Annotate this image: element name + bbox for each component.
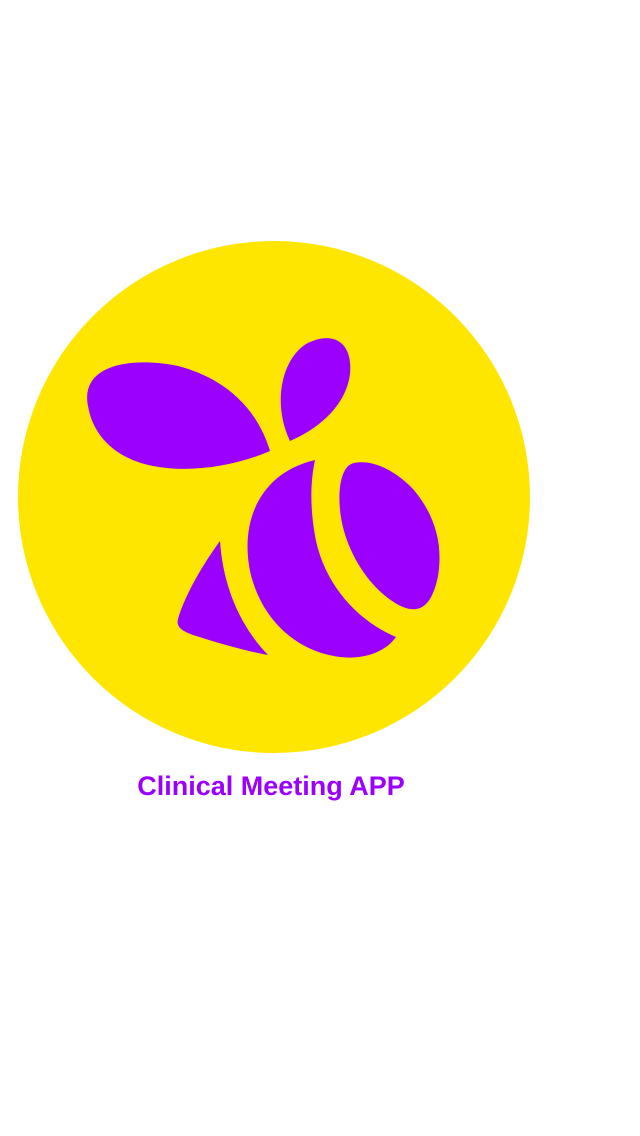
bee-logo-icon <box>18 241 530 753</box>
splash-screen: Clinical Meeting APP <box>0 0 640 1136</box>
app-title: Clinical Meeting APP <box>137 771 405 801</box>
